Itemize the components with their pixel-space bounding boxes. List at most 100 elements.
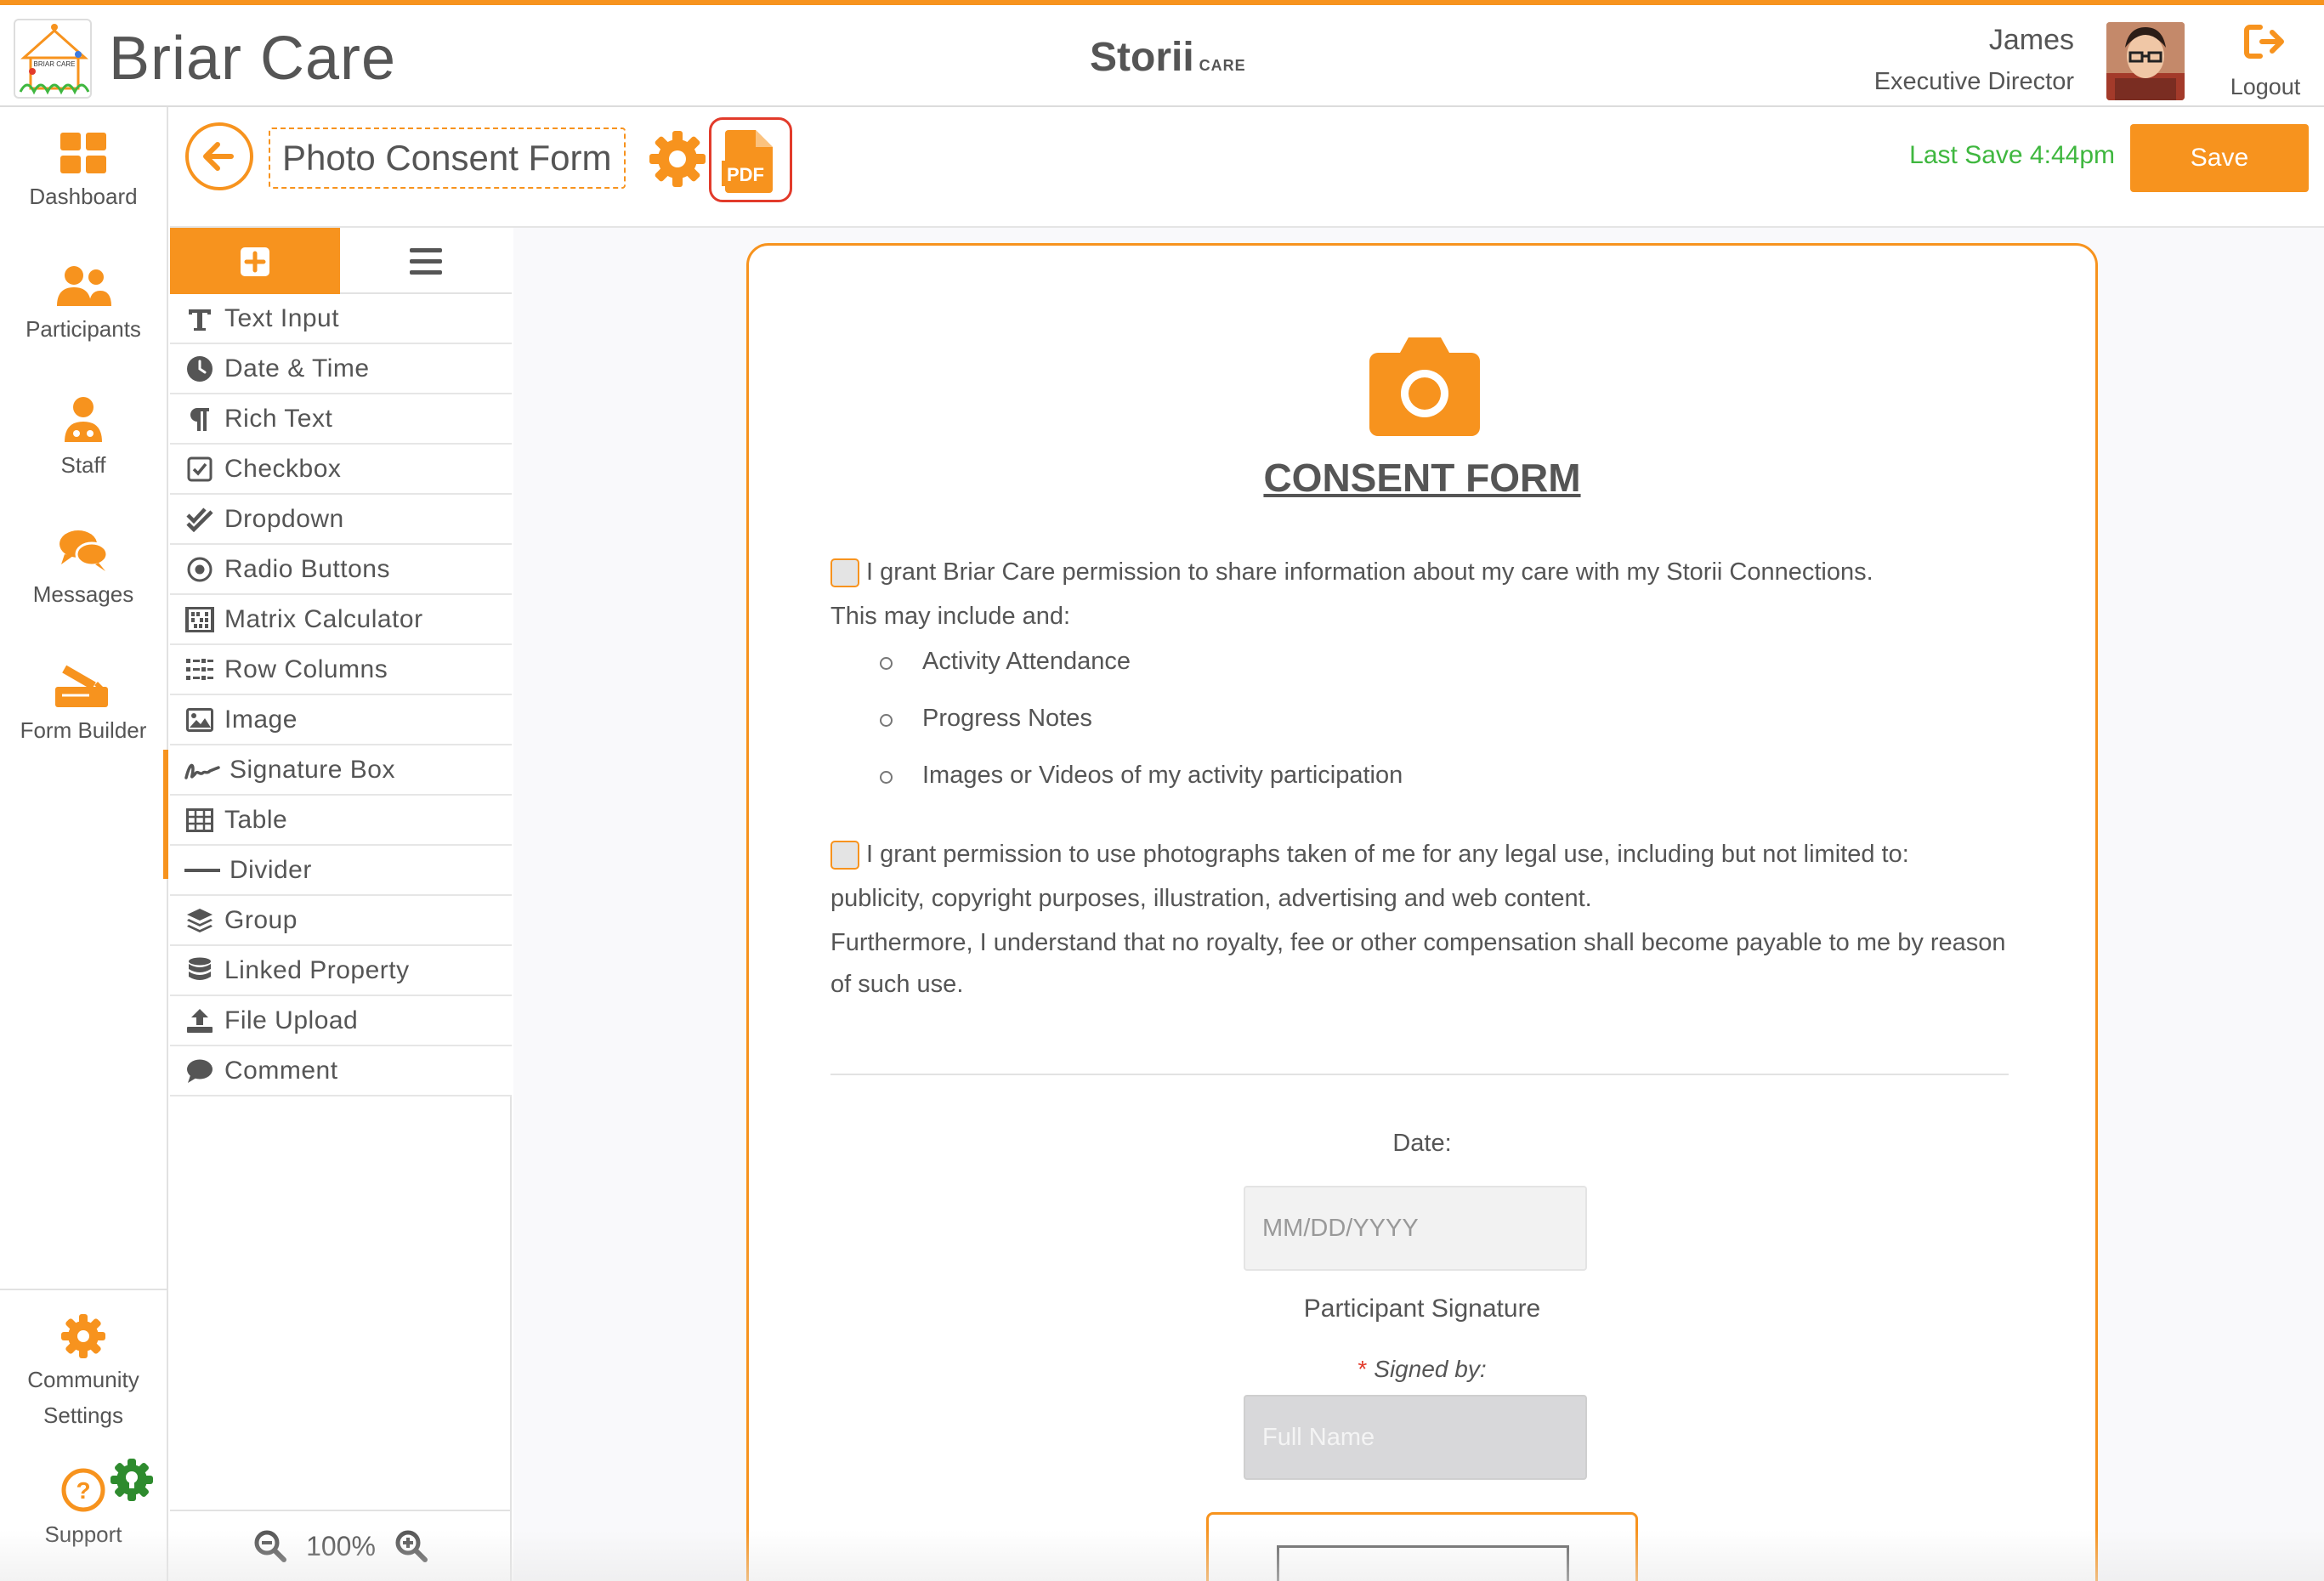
palette-label: Date & Time bbox=[224, 354, 370, 382]
logo-text: BRIAR CARE bbox=[34, 60, 76, 68]
form-builder-icon bbox=[55, 665, 108, 707]
palette-label: Rich Text bbox=[224, 404, 333, 433]
palette-list: Text Input Date & Time Rich Text Checkbo… bbox=[170, 294, 512, 1096]
database-icon bbox=[184, 955, 216, 987]
nav-active-indicator bbox=[163, 750, 168, 879]
zoom-in-icon[interactable] bbox=[394, 1529, 428, 1563]
nav-item-messages[interactable]: Messages bbox=[0, 529, 167, 612]
consent-item-share-info: I grant Briar Care permission to share i… bbox=[830, 550, 2021, 638]
palette-item-matrix-calculator[interactable]: Matrix Calculator bbox=[170, 595, 512, 645]
back-button[interactable] bbox=[185, 122, 253, 190]
palette-label: Group bbox=[224, 905, 298, 934]
palette-item-rich-text[interactable]: Rich Text bbox=[170, 394, 512, 445]
lightbulb-badge-icon bbox=[111, 1459, 153, 1501]
signature-pad[interactable] bbox=[1277, 1545, 1569, 1581]
palette-label: Divider bbox=[230, 855, 312, 884]
palette-tabs bbox=[170, 228, 512, 294]
palette-item-comment[interactable]: Comment bbox=[170, 1046, 512, 1096]
palette-item-radio-buttons[interactable]: Radio Buttons bbox=[170, 545, 512, 595]
layers-icon bbox=[184, 904, 216, 937]
zoom-out-icon[interactable] bbox=[253, 1529, 287, 1563]
text-icon bbox=[184, 303, 216, 335]
nav-item-participants[interactable]: Participants bbox=[0, 265, 167, 347]
community-logo[interactable]: BRIAR CARE bbox=[14, 19, 92, 99]
comment-icon bbox=[184, 1055, 216, 1087]
clock-icon bbox=[184, 353, 216, 385]
logout-button[interactable]: Logout bbox=[2219, 22, 2312, 107]
arrow-left-icon bbox=[203, 142, 234, 171]
consent-photos-text: I grant permission to use photographs ta… bbox=[866, 841, 1909, 868]
gear-icon bbox=[649, 131, 706, 187]
list-item: Images or Videos of my activity particip… bbox=[880, 747, 1403, 804]
messages-icon bbox=[60, 530, 109, 571]
consent-form-title: CONSENT FORM bbox=[1263, 456, 1581, 500]
palette-label: Table bbox=[224, 805, 288, 834]
palette-label: Radio Buttons bbox=[224, 554, 390, 583]
date-field[interactable] bbox=[1244, 1186, 1587, 1271]
palette-item-text-input[interactable]: Text Input bbox=[170, 294, 512, 344]
palette-label: Dropdown bbox=[224, 504, 344, 533]
radio-icon bbox=[184, 553, 216, 586]
tab-form-outline[interactable] bbox=[340, 228, 512, 294]
nav-item-community-settings[interactable]: Community Settings bbox=[0, 1314, 167, 1433]
paragraph-icon bbox=[184, 403, 216, 435]
nav-label-dashboard: Dashboard bbox=[29, 184, 138, 209]
list-item: Progress Notes bbox=[880, 690, 1403, 747]
full-name-field[interactable] bbox=[1244, 1395, 1587, 1480]
palette-item-linked-property[interactable]: Linked Property bbox=[170, 946, 512, 996]
nav-item-dashboard[interactable]: Dashboard bbox=[0, 133, 167, 214]
signed-by-text: Signed by: bbox=[1374, 1356, 1487, 1382]
palette-item-group[interactable]: Group bbox=[170, 896, 512, 946]
image-icon bbox=[184, 704, 216, 736]
staff-icon bbox=[65, 397, 102, 442]
top-header: BRIAR CARE Briar Care Storii CARE James E… bbox=[0, 0, 2324, 107]
consent-item-photographs: I grant permission to use photographs ta… bbox=[830, 832, 2021, 921]
palette-item-date-time[interactable]: Date & Time bbox=[170, 344, 512, 394]
signature-icon bbox=[184, 754, 221, 786]
palette-item-checkbox[interactable]: Checkbox bbox=[170, 445, 512, 495]
palette-label: Comment bbox=[224, 1056, 338, 1085]
user-name: James bbox=[1988, 24, 2074, 56]
form-settings-button[interactable] bbox=[649, 131, 706, 187]
nav-label-form-builder: Form Builder bbox=[20, 717, 147, 743]
palette-item-table[interactable]: Table bbox=[170, 796, 512, 846]
consent-bullet-list: Activity Attendance Progress Notes Image… bbox=[880, 633, 1403, 804]
required-marker: * bbox=[1358, 1356, 1368, 1382]
consent-checkbox-share[interactable] bbox=[830, 558, 859, 588]
royalty-paragraph: Furthermore, I understand that no royalt… bbox=[830, 929, 2006, 998]
consent-share-text: I grant Briar Care permission to share i… bbox=[866, 558, 1873, 586]
component-palette: Text Input Date & Time Rich Text Checkbo… bbox=[170, 228, 512, 1581]
list-icon bbox=[410, 248, 442, 275]
palette-item-row-columns[interactable]: Row Columns bbox=[170, 645, 512, 695]
pdf-export-button[interactable]: PDF bbox=[709, 117, 792, 202]
storii-logo-suffix: CARE bbox=[1199, 57, 1246, 74]
table-icon bbox=[184, 804, 216, 836]
tab-add-components[interactable] bbox=[170, 228, 340, 294]
zoom-level: 100% bbox=[306, 1530, 376, 1561]
signature-box[interactable] bbox=[1206, 1512, 1638, 1581]
palette-label: Row Columns bbox=[224, 654, 388, 683]
palette-item-image[interactable]: Image bbox=[170, 695, 512, 745]
nav-label-staff: Staff bbox=[60, 452, 106, 478]
consent-checkbox-photos[interactable] bbox=[830, 841, 859, 870]
palette-item-divider[interactable]: Divider bbox=[170, 846, 512, 896]
nav-item-staff[interactable]: Staff bbox=[0, 396, 167, 483]
zoom-controls: 100% bbox=[170, 1510, 512, 1581]
consent-share-text-cont: This may include and: bbox=[830, 603, 1071, 630]
palette-item-file-upload[interactable]: File Upload bbox=[170, 996, 512, 1046]
form-preview-card[interactable]: CONSENT FORM I grant Briar Care permissi… bbox=[746, 243, 2098, 1581]
save-button[interactable]: Save bbox=[2130, 124, 2309, 192]
logout-label: Logout bbox=[2230, 74, 2301, 99]
nav-divider bbox=[0, 1289, 168, 1290]
palette-item-signature-box[interactable]: Signature Box bbox=[170, 745, 512, 796]
avatar[interactable] bbox=[2106, 22, 2185, 100]
nav-item-form-builder[interactable]: Form Builder bbox=[0, 665, 167, 748]
palette-label: Linked Property bbox=[224, 955, 410, 984]
form-canvas: CONSENT FORM I grant Briar Care permissi… bbox=[513, 228, 2324, 1581]
palette-label: Matrix Calculator bbox=[224, 604, 423, 633]
brand-name: Briar Care bbox=[109, 25, 397, 93]
palette-item-dropdown[interactable]: Dropdown bbox=[170, 495, 512, 545]
camera-icon bbox=[1369, 337, 1480, 436]
consent-photos-text-cont: publicity, copyright purposes, illustrat… bbox=[830, 885, 1592, 912]
form-title[interactable]: Photo Consent Form bbox=[269, 128, 626, 189]
